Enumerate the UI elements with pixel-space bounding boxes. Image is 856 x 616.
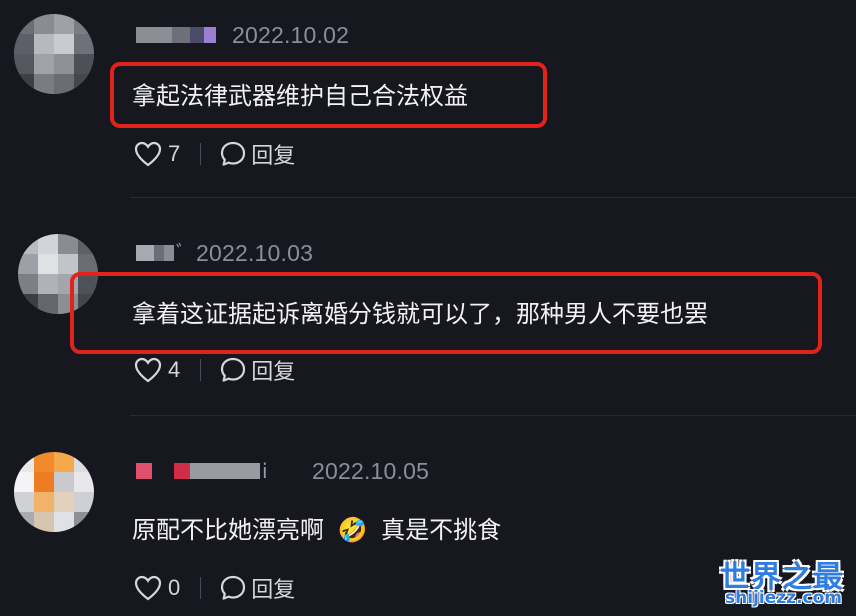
comment-actions: 0 回复 xyxy=(134,572,295,604)
heart-outline-icon xyxy=(134,141,162,167)
reply-button[interactable]: 回复 xyxy=(219,138,295,170)
like-button[interactable]: 7 xyxy=(134,141,180,167)
comment-item: ﾞ 2022.10.03 拿着这证据起诉离婚分钱就可以了，那种男人不要也罢 4 … xyxy=(0,198,856,416)
username[interactable]: ﾞ xyxy=(136,240,186,266)
reply-label: 回复 xyxy=(251,360,296,385)
reply-label: 回复 xyxy=(251,144,296,169)
comment-date: 2022.10.02 xyxy=(232,22,350,48)
comment-actions: 4 回复 xyxy=(134,354,295,386)
comment-text: 原配不比她漂亮啊 🤣 真是不挑食 xyxy=(132,510,501,545)
divider xyxy=(200,577,202,599)
reply-label: 回复 xyxy=(251,578,296,603)
comment-text: 拿起法律武器维护自己合法权益 xyxy=(132,82,468,110)
laughing-emoji-icon: 🤣 xyxy=(337,516,368,544)
heart-outline-icon xyxy=(134,575,162,601)
comment-date: 2022.10.05 xyxy=(312,458,430,484)
like-count: 7 xyxy=(168,141,181,166)
comment-text: 拿着这证据起诉离婚分钱就可以了，那种男人不要也罢 xyxy=(132,300,708,328)
username-tail: i xyxy=(262,459,268,483)
comment-text-main: 原配不比她漂亮啊 xyxy=(132,516,324,544)
username[interactable]: i xyxy=(136,458,268,484)
speech-bubble-icon xyxy=(221,357,246,382)
username[interactable] xyxy=(136,22,216,48)
username-tail: ﾞ xyxy=(176,241,186,265)
watermark-subtitle: shijiezz.com xyxy=(725,588,842,608)
watermark-logo: 世界之最 shijiezz.com xyxy=(720,552,848,612)
comment-item: 2022.10.02 拿起法律武器维护自己合法权益 7 回复 xyxy=(0,0,856,198)
heart-outline-icon xyxy=(134,357,162,383)
reply-button[interactable]: 回复 xyxy=(219,572,295,604)
comment-list-page: 2022.10.02 拿起法律武器维护自己合法权益 7 回复 ﾞ 2022.10… xyxy=(0,0,856,616)
avatar[interactable] xyxy=(14,452,94,532)
speech-bubble-icon xyxy=(221,575,246,600)
like-count: 0 xyxy=(168,575,181,600)
comment-actions: 7 回复 xyxy=(134,138,295,170)
speech-bubble-icon xyxy=(221,141,246,166)
like-button[interactable]: 4 xyxy=(134,357,180,383)
comment-date: 2022.10.03 xyxy=(196,240,314,266)
comment-text-after: 真是不挑食 xyxy=(381,516,502,544)
reply-button[interactable]: 回复 xyxy=(219,354,295,386)
like-count: 4 xyxy=(168,357,181,382)
divider xyxy=(200,359,202,381)
divider xyxy=(200,143,202,165)
like-button[interactable]: 0 xyxy=(134,575,180,601)
avatar[interactable] xyxy=(14,14,94,94)
